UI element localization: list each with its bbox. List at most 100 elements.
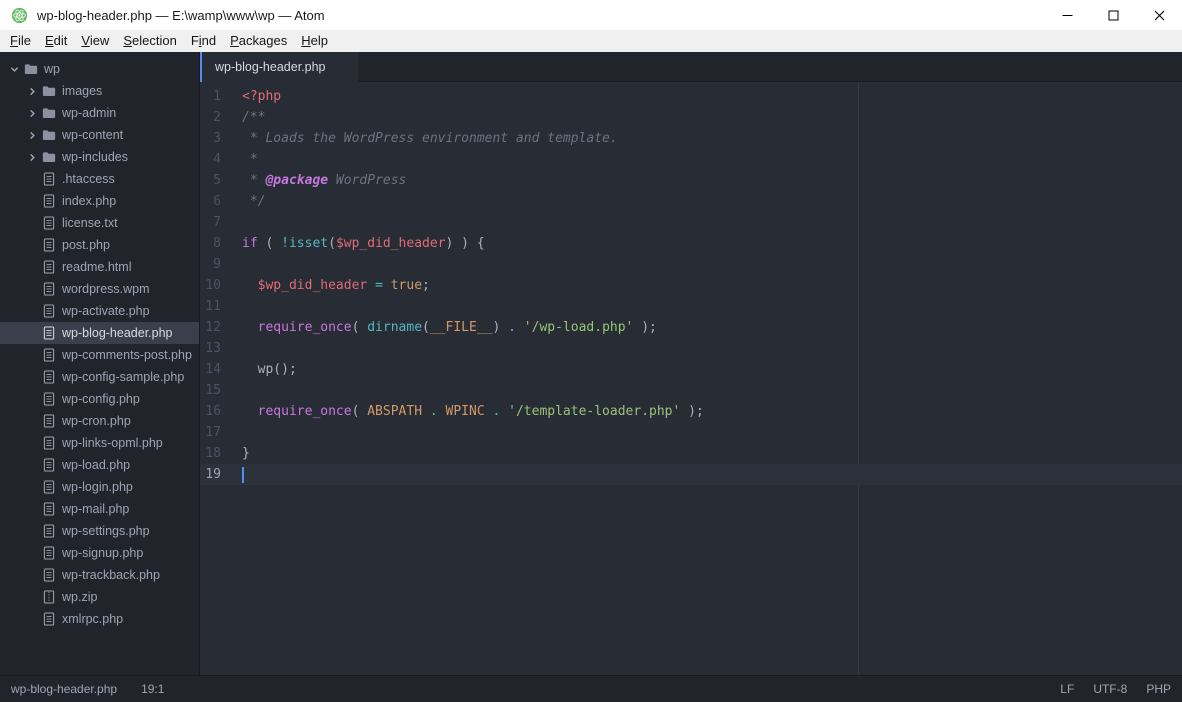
line-number: 17 <box>200 422 221 443</box>
tree-item-label: wp-mail.php <box>60 502 129 516</box>
file-icon <box>41 216 56 230</box>
tree-item-wp-zip[interactable]: wp.zip <box>0 586 199 608</box>
code-line-1[interactable]: 1<?php <box>200 86 1182 107</box>
file-icon <box>41 480 56 494</box>
chevron-right-icon[interactable] <box>26 131 39 140</box>
code-line-6[interactable]: 6 */ <box>200 191 1182 212</box>
code-line-5[interactable]: 5 * @package WordPress <box>200 170 1182 191</box>
file-icon <box>41 436 56 450</box>
editor[interactable]: 1<?php2/**3 * Loads the WordPress enviro… <box>200 82 1182 675</box>
file-icon <box>41 524 56 538</box>
tree-item-readme-html[interactable]: readme.html <box>0 256 199 278</box>
tree-item-wp-settings-php[interactable]: wp-settings.php <box>0 520 199 542</box>
tree-view: wpimages wp-admin wp-content wp-includes .ht… <box>0 52 200 675</box>
tree-item-wp-load-php[interactable]: wp-load.php <box>0 454 199 476</box>
tree-item-label: wp-content <box>60 128 123 142</box>
tree-item-label: wp-comments-post.php <box>60 348 192 362</box>
line-number: 5 <box>200 170 221 191</box>
tree-item-wp-mail-php[interactable]: wp-mail.php <box>0 498 199 520</box>
menu-selection[interactable]: Selection <box>116 30 183 52</box>
tree-item-wp-signup-php[interactable]: wp-signup.php <box>0 542 199 564</box>
status-line-ending[interactable]: LF <box>1060 682 1074 696</box>
tree-item-post-php[interactable]: post.php <box>0 234 199 256</box>
tab-wp-blog-header[interactable]: wp-blog-header.php <box>200 52 358 82</box>
code-line-8[interactable]: 8if ( !isset($wp_did_header) ) { <box>200 233 1182 254</box>
code-line-2[interactable]: 2/** <box>200 107 1182 128</box>
tree-item-label: post.php <box>60 238 110 252</box>
tree-item-label: wp-includes <box>60 150 128 164</box>
folder-icon <box>23 63 38 75</box>
line-number: 6 <box>200 191 221 212</box>
tree-item-wp-activate-php[interactable]: wp-activate.php <box>0 300 199 322</box>
status-cursor-position[interactable]: 19:1 <box>141 682 164 696</box>
line-number: 10 <box>200 275 221 296</box>
minimize-button[interactable] <box>1044 0 1090 30</box>
code-line-13[interactable]: 13 <box>200 338 1182 359</box>
code-line-11[interactable]: 11 <box>200 296 1182 317</box>
code-line-19[interactable]: 19 <box>200 464 1182 485</box>
status-grammar[interactable]: PHP <box>1146 682 1171 696</box>
maximize-button[interactable] <box>1090 0 1136 30</box>
code-line-17[interactable]: 17 <box>200 422 1182 443</box>
file-icon <box>41 348 56 362</box>
chevron-right-icon[interactable] <box>26 87 39 96</box>
tree-item-wp-blog-header-php[interactable]: wp-blog-header.php <box>0 322 199 344</box>
chevron-right-icon[interactable] <box>26 109 39 118</box>
folder-icon <box>41 85 56 97</box>
tree-item-images[interactable]: images <box>0 80 199 102</box>
close-icon <box>1154 10 1165 21</box>
tree-item-wp-trackback-php[interactable]: wp-trackback.php <box>0 564 199 586</box>
tree-item-wp-config-php[interactable]: wp-config.php <box>0 388 199 410</box>
tree-item-wordpress-wpm[interactable]: wordpress.wpm <box>0 278 199 300</box>
menu-file[interactable]: File <box>3 30 38 52</box>
status-encoding[interactable]: UTF-8 <box>1093 682 1127 696</box>
file-icon <box>41 326 56 340</box>
menu-help[interactable]: Help <box>294 30 335 52</box>
tree-item--htaccess[interactable]: .htaccess <box>0 168 199 190</box>
menu-packages[interactable]: Packages <box>223 30 294 52</box>
menu-view[interactable]: View <box>74 30 116 52</box>
code-line-18[interactable]: 18} <box>200 443 1182 464</box>
chevron-down-icon[interactable] <box>8 65 21 74</box>
line-number: 9 <box>200 254 221 275</box>
tree-item-license-txt[interactable]: license.txt <box>0 212 199 234</box>
tree-item-wp-config-sample-php[interactable]: wp-config-sample.php <box>0 366 199 388</box>
code-line-7[interactable]: 7 <box>200 212 1182 233</box>
tree-item-wp-cron-php[interactable]: wp-cron.php <box>0 410 199 432</box>
menu-edit[interactable]: Edit <box>38 30 74 52</box>
tree-item-xmlrpc-php[interactable]: xmlrpc.php <box>0 608 199 630</box>
code-text: if ( !isset($wp_did_header) ) { <box>242 233 485 254</box>
folder-icon <box>41 129 56 141</box>
file-icon <box>41 546 56 560</box>
line-number: 11 <box>200 296 221 317</box>
code-line-4[interactable]: 4 * <box>200 149 1182 170</box>
maximize-icon <box>1108 10 1119 21</box>
status-file-name: wp-blog-header.php <box>11 682 117 696</box>
file-icon <box>41 502 56 516</box>
code-line-12[interactable]: 12 require_once( dirname(__FILE__) . '/w… <box>200 317 1182 338</box>
chevron-right-icon[interactable] <box>26 153 39 162</box>
code-line-10[interactable]: 10 $wp_did_header = true; <box>200 275 1182 296</box>
tree-item-wp-login-php[interactable]: wp-login.php <box>0 476 199 498</box>
code-line-16[interactable]: 16 require_once( ABSPATH . WPINC . '/tem… <box>200 401 1182 422</box>
close-button[interactable] <box>1136 0 1182 30</box>
status-bar: wp-blog-header.php 19:1 LF UTF-8 PHP <box>0 675 1182 702</box>
code-text: $wp_did_header = true; <box>242 275 430 296</box>
code-line-3[interactable]: 3 * Loads the WordPress environment and … <box>200 128 1182 149</box>
tree-item-label: wp-login.php <box>60 480 133 494</box>
tree-item-wp-admin[interactable]: wp-admin <box>0 102 199 124</box>
line-number: 12 <box>200 317 221 338</box>
tree-item-label: wp-admin <box>60 106 116 120</box>
tree-item-wp-links-opml-php[interactable]: wp-links-opml.php <box>0 432 199 454</box>
tree-item-index-php[interactable]: index.php <box>0 190 199 212</box>
code-line-15[interactable]: 15 <box>200 380 1182 401</box>
code-line-9[interactable]: 9 <box>200 254 1182 275</box>
atom-logo-icon[interactable] <box>11 7 28 24</box>
tree-item-wp-content[interactable]: wp-content <box>0 124 199 146</box>
tree-item-wp-includes[interactable]: wp-includes <box>0 146 199 168</box>
code-line-14[interactable]: 14 wp(); <box>200 359 1182 380</box>
tree-item-wp[interactable]: wp <box>0 58 199 80</box>
titlebar: wp-blog-header.php — E:\wamp\www\wp — At… <box>0 0 1182 30</box>
menu-find[interactable]: Find <box>184 30 223 52</box>
tree-item-wp-comments-post-php[interactable]: wp-comments-post.php <box>0 344 199 366</box>
